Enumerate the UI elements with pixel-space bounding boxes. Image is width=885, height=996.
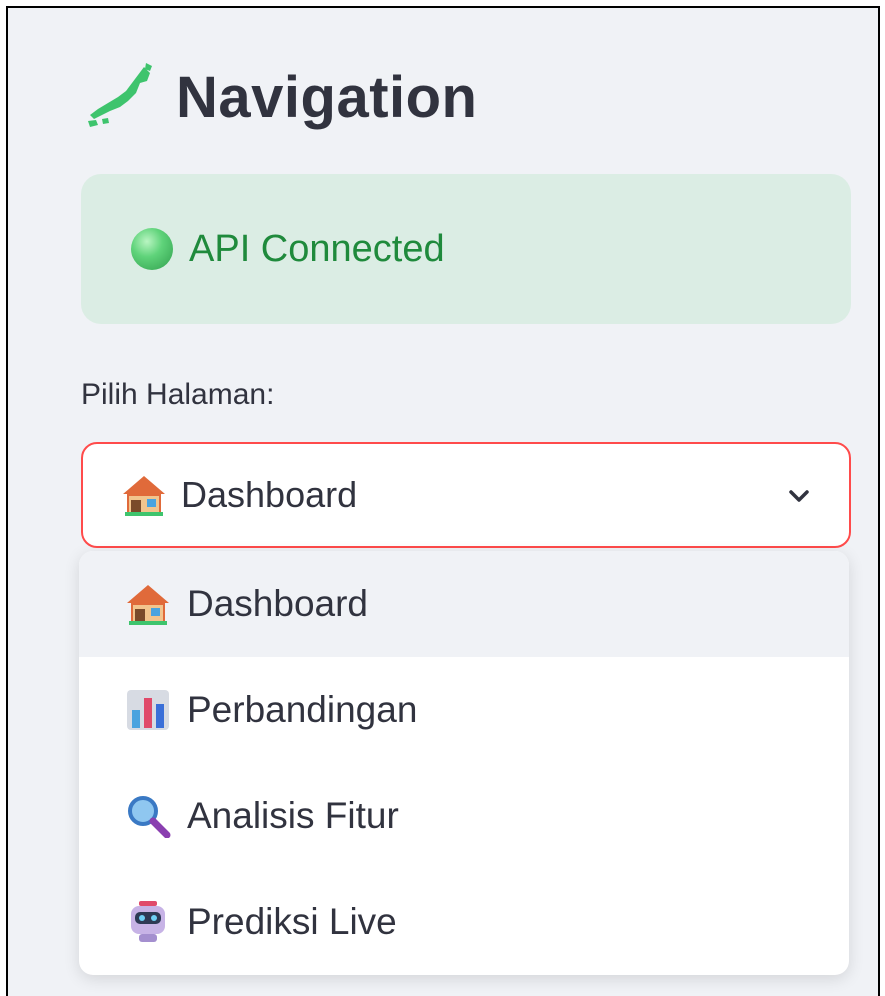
option-label: Analisis Fitur: [187, 795, 399, 836]
option-prediksi-live[interactable]: Prediksi Live: [79, 869, 849, 975]
page-select-dropdown: Dashboard Perbandingan Analisis Fitur Pr…: [79, 551, 849, 975]
page-select-value: Dashboard: [181, 474, 358, 515]
magnifier-icon: [128, 796, 171, 838]
option-perbandingan[interactable]: Perbandingan: [79, 657, 849, 763]
option-label: Prediksi Live: [187, 901, 397, 942]
option-label: Dashboard: [187, 583, 369, 624]
option-dashboard[interactable]: Dashboard: [79, 551, 849, 657]
sidebar-header: Navigation: [84, 60, 478, 134]
sidebar-title: Navigation: [176, 64, 478, 130]
green-circle-icon: [131, 228, 173, 270]
japan-map-icon: [88, 63, 152, 127]
api-status-text: API Connected: [189, 227, 445, 270]
option-analisis-fitur[interactable]: Analisis Fitur: [79, 763, 849, 869]
bar-chart-icon: [127, 690, 169, 730]
house-icon: [123, 476, 165, 516]
robot-icon: [131, 901, 165, 942]
page-select[interactable]: Dashboard: [81, 442, 851, 548]
house-icon: [127, 585, 169, 625]
api-status-banner: API Connected: [81, 174, 851, 324]
option-label: Perbandingan: [187, 689, 418, 730]
chevron-down-icon[interactable]: [785, 482, 813, 510]
sidebar: Navigation API Connected Pilih Halaman: …: [6, 6, 880, 996]
page-select-label: Pilih Halaman:: [81, 378, 275, 411]
